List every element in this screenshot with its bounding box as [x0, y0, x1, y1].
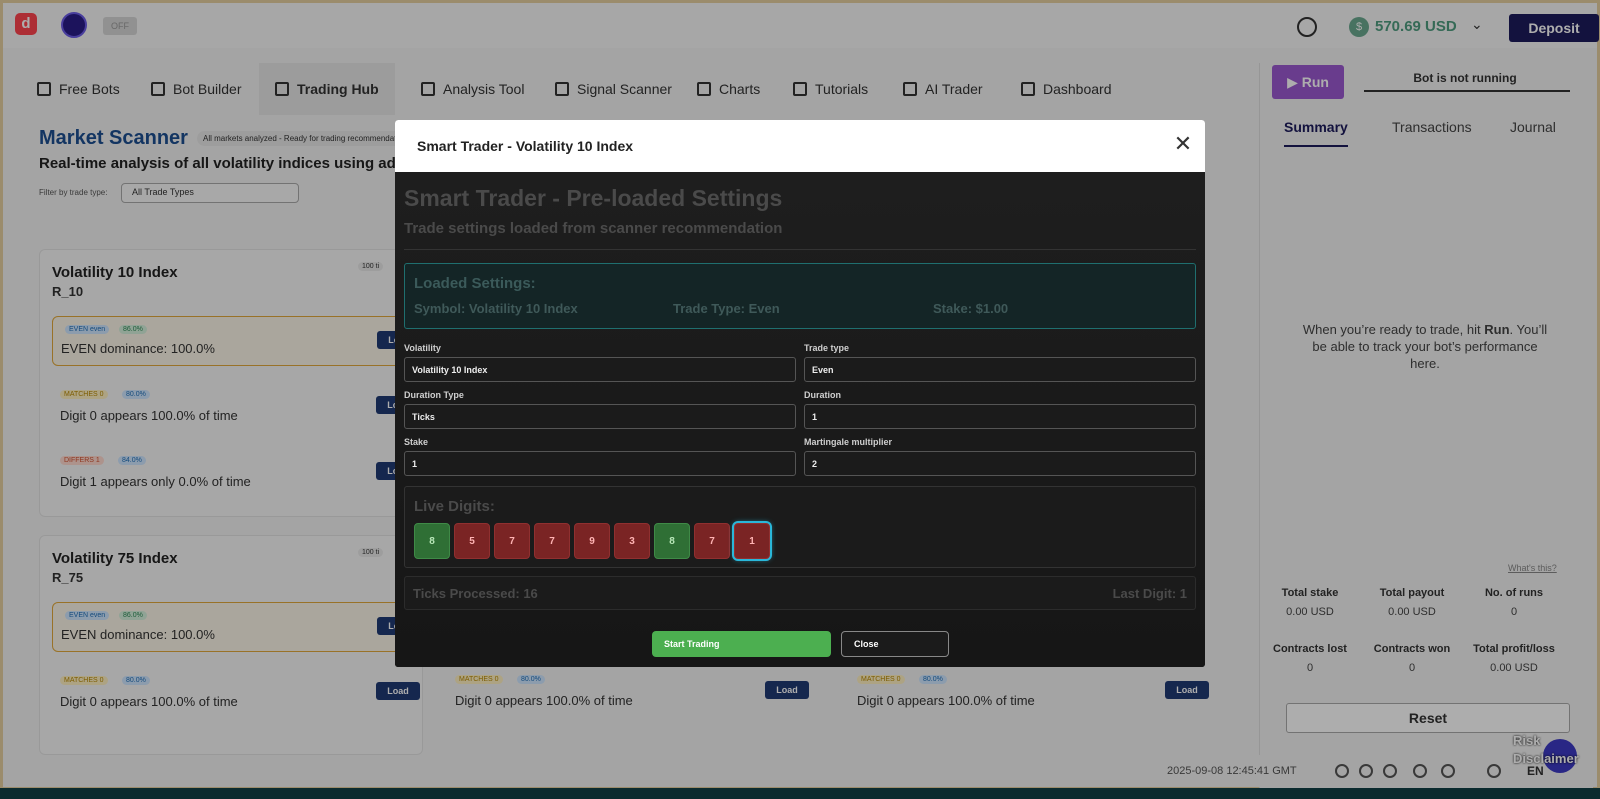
smart-trader-modal: Smart Trader - Volatility 10 Index ✕ Sma…	[395, 120, 1205, 667]
ticks-processed: Ticks Processed: 16	[413, 586, 538, 601]
live-digits-panel: Live Digits: 857793871	[404, 486, 1196, 568]
trade-type-select[interactable]	[804, 357, 1196, 382]
stake-label: Stake	[404, 437, 429, 447]
close-button[interactable]: Close	[841, 631, 949, 657]
stake-field[interactable]	[404, 451, 796, 476]
live-digit: 9	[574, 523, 610, 559]
divider	[404, 249, 1196, 250]
start-trading-button[interactable]: Start Trading	[652, 631, 831, 657]
live-digits-title: Live Digits:	[414, 498, 495, 515]
modal-header: Smart Trader - Volatility 10 Index ✕	[395, 120, 1205, 172]
loaded-symbol: Symbol: Volatility 10 Index	[414, 301, 578, 316]
duration-field[interactable]	[804, 404, 1196, 429]
modal-title: Smart Trader - Volatility 10 Index	[417, 138, 634, 154]
duration-label: Duration	[804, 390, 841, 400]
live-digit: 8	[414, 523, 450, 559]
close-icon[interactable]: ✕	[1171, 132, 1195, 156]
duration-type-select[interactable]	[404, 404, 796, 429]
modal-body: Smart Trader - Pre-loaded Settings Trade…	[395, 172, 1205, 667]
last-digit: Last Digit: 1	[1112, 586, 1187, 601]
loaded-trade-type: Trade Type: Even	[673, 301, 780, 316]
settings-heading: Smart Trader - Pre-loaded Settings	[404, 185, 783, 211]
live-digit: 3	[614, 523, 650, 559]
martingale-label: Martingale multiplier	[804, 437, 893, 447]
live-digit: 7	[694, 523, 730, 559]
live-digit: 8	[654, 523, 690, 559]
os-taskbar	[0, 788, 1600, 799]
volatility-label: Volatility	[404, 343, 441, 353]
loaded-stake: Stake: $1.00	[933, 301, 1009, 316]
live-digit: 7	[534, 523, 570, 559]
duration-type-label: Duration Type	[404, 390, 464, 400]
loaded-settings-title: Loaded Settings:	[414, 275, 536, 292]
settings-subheading: Trade settings loaded from scanner recom…	[404, 220, 783, 237]
loaded-settings-box: Loaded Settings: Symbol: Volatility 10 I…	[404, 263, 1196, 329]
martingale-field[interactable]	[804, 451, 1196, 476]
trade-type-label: Trade type	[804, 343, 850, 353]
ticks-status-bar: Ticks Processed: 16 Last Digit: 1	[404, 576, 1196, 610]
live-digit: 7	[494, 523, 530, 559]
volatility-select[interactable]	[404, 357, 796, 382]
live-digit: 5	[454, 523, 490, 559]
live-digit: 1	[734, 523, 770, 559]
